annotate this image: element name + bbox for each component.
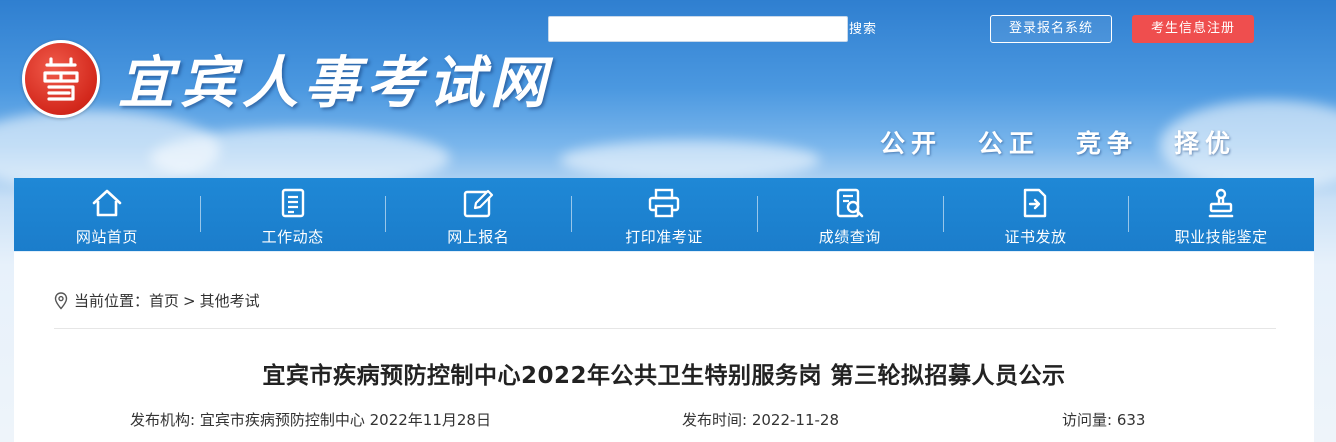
nav-item-label: 职业技能鉴定 xyxy=(1174,228,1268,246)
breadcrumb-separator: > xyxy=(183,291,196,310)
register-button[interactable]: 考生信息注册 xyxy=(1132,15,1254,43)
slogan-item: 择优 xyxy=(1174,129,1237,158)
meta-visits: 访问量: 633 xyxy=(1062,409,1145,430)
meta-publisher-label: 发布机构: xyxy=(130,411,196,429)
nav-item-certificate-issuance[interactable]: 证书发放 xyxy=(942,178,1129,251)
meta-time-label: 发布时间: xyxy=(682,411,748,429)
search-document-icon xyxy=(836,188,864,218)
divider xyxy=(54,328,1276,329)
meta-visits-value: 633 xyxy=(1116,411,1146,429)
article-title: 宜宾市疾病预防控制中心2022年公共卫生特别服务岗 第三轮拟招募人员公示 xyxy=(262,363,1066,389)
nav-item-label: 工作动态 xyxy=(261,228,324,246)
main-nav: 网站首页 工作动态 网上报名 打印准考证 成绩查询 证书发放 职业技能鉴定 xyxy=(14,178,1314,251)
seal-glyph-icon xyxy=(43,57,79,101)
meta-visits-label: 访问量: xyxy=(1062,411,1113,429)
login-system-button[interactable]: 登录报名系统 xyxy=(990,15,1112,43)
nav-item-label: 打印准考证 xyxy=(625,228,703,246)
slogan: 公开 公正 竞争 择优 xyxy=(880,124,1272,160)
meta-time-value: 2022-11-28 xyxy=(751,411,840,429)
site-title[interactable]: 宜宾人事考试网 xyxy=(118,38,552,119)
article-container: 当前位置： 首页 > 其他考试 宜宾市疾病预防控制中心2022年公共卫生特别服务… xyxy=(14,252,1314,442)
cloud-decoration xyxy=(560,140,820,180)
site-header: 宜宾人事考试网 搜索 登录报名系统 考生信息注册 公开 公正 竞争 择优 xyxy=(0,0,1336,190)
search-input[interactable] xyxy=(548,16,848,42)
breadcrumb-home-link[interactable]: 首页 xyxy=(149,290,179,311)
stamp-icon xyxy=(1208,188,1234,218)
meta-publish-time: 发布时间: 2022-11-28 xyxy=(682,409,839,430)
breadcrumb: 当前位置： 首页 > 其他考试 xyxy=(54,290,260,311)
nav-item-online-registration[interactable]: 网上报名 xyxy=(385,178,571,251)
breadcrumb-prefix: 当前位置： xyxy=(74,292,150,310)
nav-item-score-query[interactable]: 成绩查询 xyxy=(756,178,943,251)
document-list-icon xyxy=(281,188,304,218)
edit-icon xyxy=(464,189,494,218)
nav-item-label: 网上报名 xyxy=(447,228,510,246)
file-export-icon xyxy=(1024,188,1047,218)
search-button[interactable]: 搜索 xyxy=(849,18,877,40)
nav-item-label: 成绩查询 xyxy=(818,228,881,246)
location-pin-icon xyxy=(54,291,68,310)
slogan-item: 竞争 xyxy=(1076,129,1139,158)
nav-item-home[interactable]: 网站首页 xyxy=(14,178,200,251)
printer-icon xyxy=(648,188,680,218)
nav-item-work-news[interactable]: 工作动态 xyxy=(199,178,386,251)
meta-publisher: 发布机构: 宜宾市疾病预防控制中心 2022年11月28日 xyxy=(130,409,491,430)
nav-item-print-admission-ticket[interactable]: 打印准考证 xyxy=(571,178,757,251)
breadcrumb-current-link[interactable]: 其他考试 xyxy=(200,290,260,311)
home-icon xyxy=(92,189,122,217)
nav-item-label: 网站首页 xyxy=(75,228,138,246)
nav-item-label: 证书发放 xyxy=(1004,228,1067,246)
slogan-item: 公正 xyxy=(978,129,1041,158)
meta-publisher-value: 宜宾市疾病预防控制中心 2022年11月28日 xyxy=(199,411,491,429)
site-logo-seal[interactable] xyxy=(22,40,100,118)
nav-item-vocational-skill-appraisal[interactable]: 职业技能鉴定 xyxy=(1128,178,1314,251)
slogan-item: 公开 xyxy=(880,129,943,158)
